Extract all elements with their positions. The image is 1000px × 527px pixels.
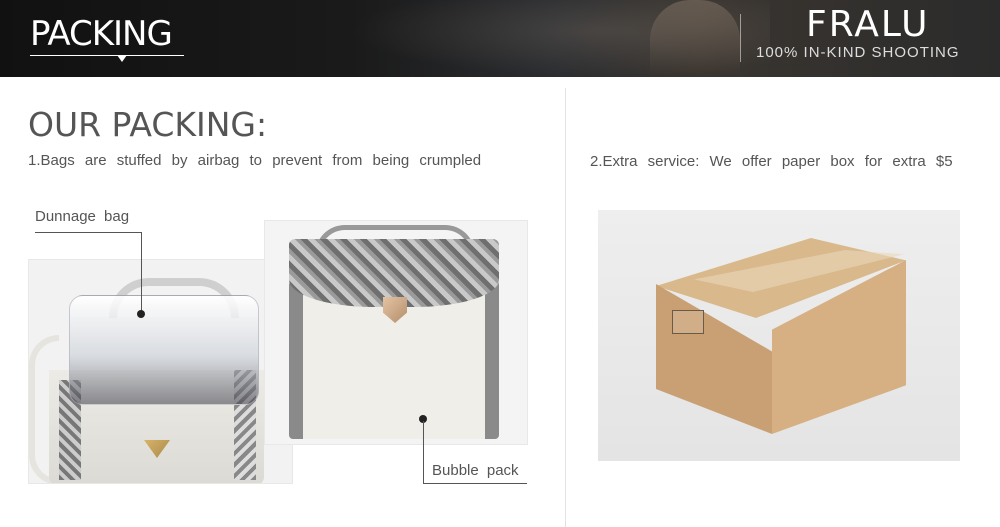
packing-note-paper-box: 2.Extra service: We offer paper box for … (590, 153, 953, 170)
caret-down-icon (117, 55, 127, 62)
header-banner: PACKING FRALU 100% IN-KIND SHOOTING (0, 0, 1000, 77)
packing-note-airbag: 1.Bags are stuffed by airbag to prevent … (28, 152, 482, 169)
brand-logo: FRALU (806, 4, 930, 45)
section-title: PACKING (30, 14, 173, 54)
annotation-leader-line (423, 483, 527, 484)
bag-flap (289, 239, 499, 307)
column-divider (565, 88, 566, 527)
annotation-leader-line (141, 232, 142, 314)
brand-divider (740, 14, 741, 62)
brand-tagline: 100% IN-KIND SHOOTING (756, 44, 960, 61)
handling-symbols-icon (672, 310, 704, 334)
airbag (69, 295, 259, 405)
annotation-dunnage-bag: Dunnage bag (35, 208, 130, 225)
photo-paper-box (598, 210, 960, 461)
photo-bag-in-bubble-pack (264, 220, 528, 445)
banner-model-silhouette (650, 0, 740, 77)
annotation-leader-line (35, 232, 142, 233)
section-title-underline (30, 55, 184, 56)
page-title: OUR PACKING: (28, 105, 268, 144)
annotation-leader-line (423, 421, 424, 483)
annotation-bubble-pack: Bubble pack (432, 462, 519, 479)
dot-icon (137, 310, 145, 318)
photo-bag-with-airbag (28, 259, 293, 484)
